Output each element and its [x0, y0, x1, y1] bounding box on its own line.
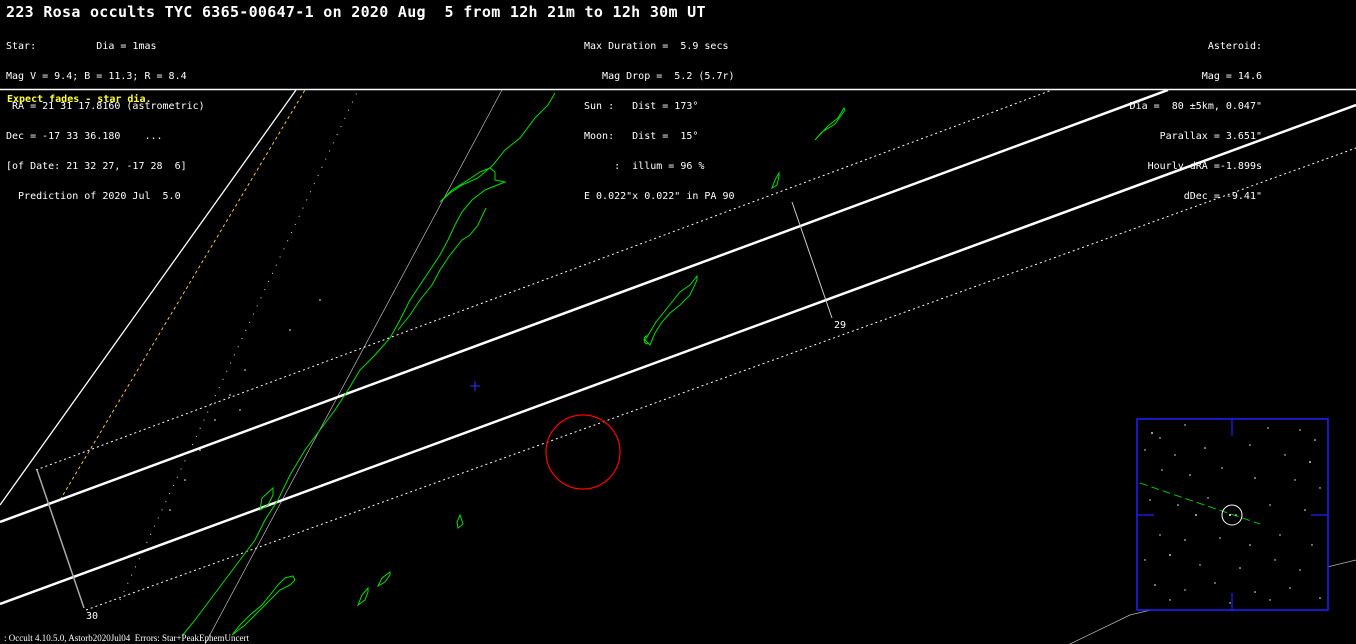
event-info-block: Max Duration = 5.9 secs Mag Drop = 5.2 (… — [584, 22, 735, 212]
path-dots — [169, 299, 321, 511]
asteroid-info-line: Mag = 14.6 — [1201, 71, 1262, 82]
time-label-30: 30 — [86, 611, 98, 622]
graticule-line — [204, 89, 503, 644]
star-info-line: Mag V = 9.4; B = 11.3; R = 8.4 — [6, 71, 187, 82]
star-info-block: Star: Dia = 1mas Mag V = 9.4; B = 11.3; … — [6, 22, 205, 212]
event-info-line: Sun : Dist = 173° — [584, 101, 699, 112]
graticule-line — [1069, 614, 1131, 644]
time-tick-29 — [791, 201, 833, 319]
event-info-line: Max Duration = 5.9 secs — [584, 41, 729, 52]
event-info-line: : illum = 96 % — [584, 161, 705, 172]
fade-note: Expect fades - star dia. — [7, 94, 152, 105]
star-info-line: Dec = -17 33 36.180 ... — [6, 131, 163, 142]
event-info-line: E 0.022"x 0.022" in PA 90 — [584, 191, 735, 202]
asteroid-info-line: Hourly dRA =-1.899s — [1147, 161, 1262, 172]
coastline-group — [181, 92, 846, 637]
page-title: 223 Rosa occults TYC 6365-00647-1 on 202… — [6, 3, 706, 21]
star-info-line: Prediction of 2020 Jul 5.0 — [6, 191, 181, 202]
time-label-29: 29 — [834, 320, 846, 331]
asteroid-info-line: Dia = 80 ±5km, 0.047" — [1129, 101, 1262, 112]
star-chart-inset — [1136, 418, 1329, 611]
event-info-line: Mag Drop = 5.2 (5.7r) — [584, 71, 735, 82]
asteroid-info-line: Asteroid: — [1207, 41, 1262, 52]
asteroid-info-block: Asteroid: Mag = 14.6 Dia = 80 ±5km, 0.04… — [1130, 22, 1262, 212]
observer-circle — [545, 414, 621, 490]
asteroid-info-line: dDec = -9.41" — [1183, 191, 1262, 202]
star-info-line: [of Date: 21 32 27, -17 28 6] — [6, 161, 187, 172]
software-footer: : Occult 4.10.5.0, Astorb2020Jul04 Error… — [4, 633, 250, 643]
star-info-line: Star: Dia = 1mas — [6, 41, 157, 52]
asteroid-info-line: Parallax = 3.651" — [1159, 131, 1262, 142]
event-info-line: Moon: Dist = 15° — [584, 131, 699, 142]
center-crosshair — [470, 381, 480, 391]
